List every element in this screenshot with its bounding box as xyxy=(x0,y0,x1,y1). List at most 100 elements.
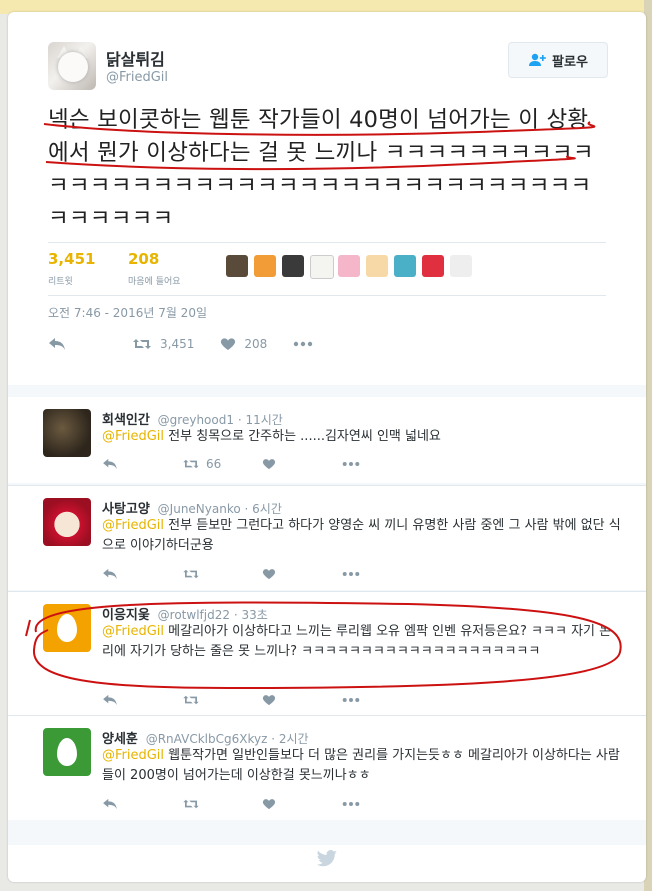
more-action[interactable] xyxy=(342,801,422,807)
retweet-action[interactable] xyxy=(182,694,262,706)
reply-avatar[interactable] xyxy=(43,498,91,546)
reply-text: @FriedGil 메갈리아가 이상하다고 느끼는 루리웹 오유 엠팍 인벤 유… xyxy=(102,622,622,662)
likes-stat[interactable]: 208 마음에 들어요 xyxy=(128,250,181,287)
tweet-modal: 닭살튀김 @FriedGil 팔로우 넥슨 보이콧하는 웹툰 작가들이 40명이… xyxy=(8,12,646,882)
more-icon xyxy=(342,461,360,467)
more-action[interactable] xyxy=(342,461,422,467)
liker-avatar[interactable] xyxy=(394,255,416,277)
reply-time[interactable]: · 11시간 xyxy=(238,413,283,427)
heart-icon xyxy=(262,694,276,706)
retweet-action[interactable]: 3,451 xyxy=(132,337,194,351)
reply-handle[interactable]: @greyhood1 xyxy=(158,413,234,427)
twitter-bird-icon xyxy=(316,850,338,872)
tweet-timestamp[interactable]: 오전 7:46 - 2016년 7월 20일 xyxy=(48,304,207,321)
retweet-count: 66 xyxy=(206,457,222,471)
tweet-text: 넥슨 보이콧하는 웹툰 작가들이 40명이 넘어가는 이 상황에서 뭔가 이상하… xyxy=(48,107,594,232)
reply-time[interactable]: · 6시간 xyxy=(245,502,282,516)
author-handle[interactable]: @FriedGil xyxy=(106,70,168,85)
reply-mention[interactable]: @FriedGil xyxy=(102,518,164,533)
retweet-action[interactable]: 66 xyxy=(182,457,262,471)
heart-icon xyxy=(220,337,236,351)
reply-actions xyxy=(102,568,422,580)
reply-name[interactable]: 회색인간 xyxy=(102,413,150,428)
reply-action[interactable] xyxy=(102,458,182,470)
retweet-icon xyxy=(182,568,200,580)
reply-item[interactable]: 회색인간 @greyhood1 · 11시간 @FriedGil 전부 칭목으로… xyxy=(8,397,646,483)
reply-item[interactable]: 이응지웆 @rotwlfjd22 · 33초 @FriedGil 메갈리아가 이… xyxy=(8,592,646,716)
more-action[interactable] xyxy=(293,341,313,347)
like-action[interactable] xyxy=(262,798,342,810)
liker-avatar[interactable] xyxy=(254,255,276,277)
author-avatar[interactable] xyxy=(48,42,96,90)
reply-header: 양세훈 @RnAVCklbCg6Xkyz · 2시간 xyxy=(102,728,309,747)
more-action[interactable] xyxy=(342,697,422,703)
reply-body: 웹툰작가면 일반인들보다 더 많은 권리를 가지는듯ㅎㅎ 메갈리아가 이상하다는… xyxy=(102,748,620,783)
retweets-count: 3,451 xyxy=(48,250,96,268)
liker-avatar[interactable] xyxy=(450,255,472,277)
reply-header: 사탕고양 @JuneNyanko · 6시간 xyxy=(102,498,282,517)
retweet-icon xyxy=(132,337,152,351)
retweet-icon xyxy=(182,694,200,706)
follow-button[interactable]: 팔로우 xyxy=(508,42,608,78)
author-name[interactable]: 닭살튀김 xyxy=(106,46,165,70)
reply-action[interactable] xyxy=(48,337,66,351)
liker-avatar[interactable] xyxy=(310,255,334,279)
reply-action[interactable] xyxy=(102,568,182,580)
reply-body: 전부 듣보만 그런다고 하다가 양영순 씨 끼니 유명한 사람 중엔 그 사람 … xyxy=(102,518,621,553)
like-action[interactable] xyxy=(262,694,342,706)
reply-handle[interactable]: @rotwlfjd22 xyxy=(158,608,230,622)
reply-time[interactable]: · 2시간 xyxy=(271,732,308,746)
retweet-count: 3,451 xyxy=(160,337,195,351)
retweet-action[interactable] xyxy=(182,798,262,810)
reply-avatar[interactable] xyxy=(43,409,91,457)
reply-icon xyxy=(102,798,118,810)
reply-icon xyxy=(102,568,118,580)
reply-name[interactable]: 사탕고양 xyxy=(102,502,150,517)
reply-text: @FriedGil 전부 칭목으로 간주하는 ......김자연씨 인맥 넓네요 xyxy=(102,427,622,447)
reply-time[interactable]: · 33초 xyxy=(234,608,268,622)
like-action[interactable]: 208 xyxy=(220,337,267,351)
stats-top-divider xyxy=(48,242,606,243)
reply-text: @FriedGil 웹툰작가면 일반인들보다 더 많은 권리를 가지는듯ㅎㅎ 메… xyxy=(102,746,622,786)
reply-actions xyxy=(102,694,422,706)
reply-avatar[interactable] xyxy=(43,728,91,776)
retweets-label: 리트윗 xyxy=(48,277,73,287)
like-action[interactable] xyxy=(262,568,342,580)
stats-bottom-divider xyxy=(48,295,606,296)
retweet-icon xyxy=(182,458,200,470)
reply-name[interactable]: 양세훈 xyxy=(102,732,138,747)
follow-label: 팔로우 xyxy=(552,54,588,70)
retweets-stat[interactable]: 3,451 리트윗 xyxy=(48,250,95,287)
heart-icon xyxy=(262,458,276,470)
liker-avatar[interactable] xyxy=(282,255,304,277)
retweet-action[interactable] xyxy=(182,568,262,580)
reply-body: 메갈리아가 이상하다고 느끼는 루리웹 오유 엠팍 인벤 유저등은요? ㅋㅋㅋ … xyxy=(102,624,612,659)
liker-avatar[interactable] xyxy=(422,255,444,277)
heart-icon xyxy=(262,568,276,580)
likes-label: 마음에 들어요 xyxy=(128,277,181,287)
reply-header: 이응지웆 @rotwlfjd22 · 33초 xyxy=(102,604,268,623)
more-action[interactable] xyxy=(342,571,422,577)
reply-icon xyxy=(102,694,118,706)
likes-count: 208 xyxy=(128,250,160,268)
reply-action[interactable] xyxy=(102,694,182,706)
reply-item[interactable]: 양세훈 @RnAVCklbCg6Xkyz · 2시간 @FriedGil 웹툰작… xyxy=(8,716,646,820)
reply-name[interactable]: 이응지웆 xyxy=(102,608,150,623)
cat-face xyxy=(58,52,88,82)
reply-handle[interactable]: @JuneNyanko xyxy=(158,502,241,516)
reply-mention[interactable]: @FriedGil xyxy=(102,429,164,444)
reply-mention[interactable]: @FriedGil xyxy=(102,624,164,639)
liker-avatar[interactable] xyxy=(366,255,388,277)
like-action[interactable] xyxy=(262,458,342,470)
reply-icon xyxy=(48,337,66,351)
reply-item[interactable]: 사탕고양 @JuneNyanko · 6시간 @FriedGil 전부 듣보만 … xyxy=(8,486,646,590)
person-add-icon xyxy=(528,53,546,67)
liker-avatar[interactable] xyxy=(226,255,248,277)
more-icon xyxy=(342,571,360,577)
reply-action[interactable] xyxy=(102,798,182,810)
egg-icon xyxy=(57,738,77,766)
reply-handle[interactable]: @RnAVCklbCg6Xkyz xyxy=(146,732,268,746)
reply-mention[interactable]: @FriedGil xyxy=(102,748,164,763)
liker-avatar[interactable] xyxy=(338,255,360,277)
reply-avatar[interactable] xyxy=(43,604,91,652)
